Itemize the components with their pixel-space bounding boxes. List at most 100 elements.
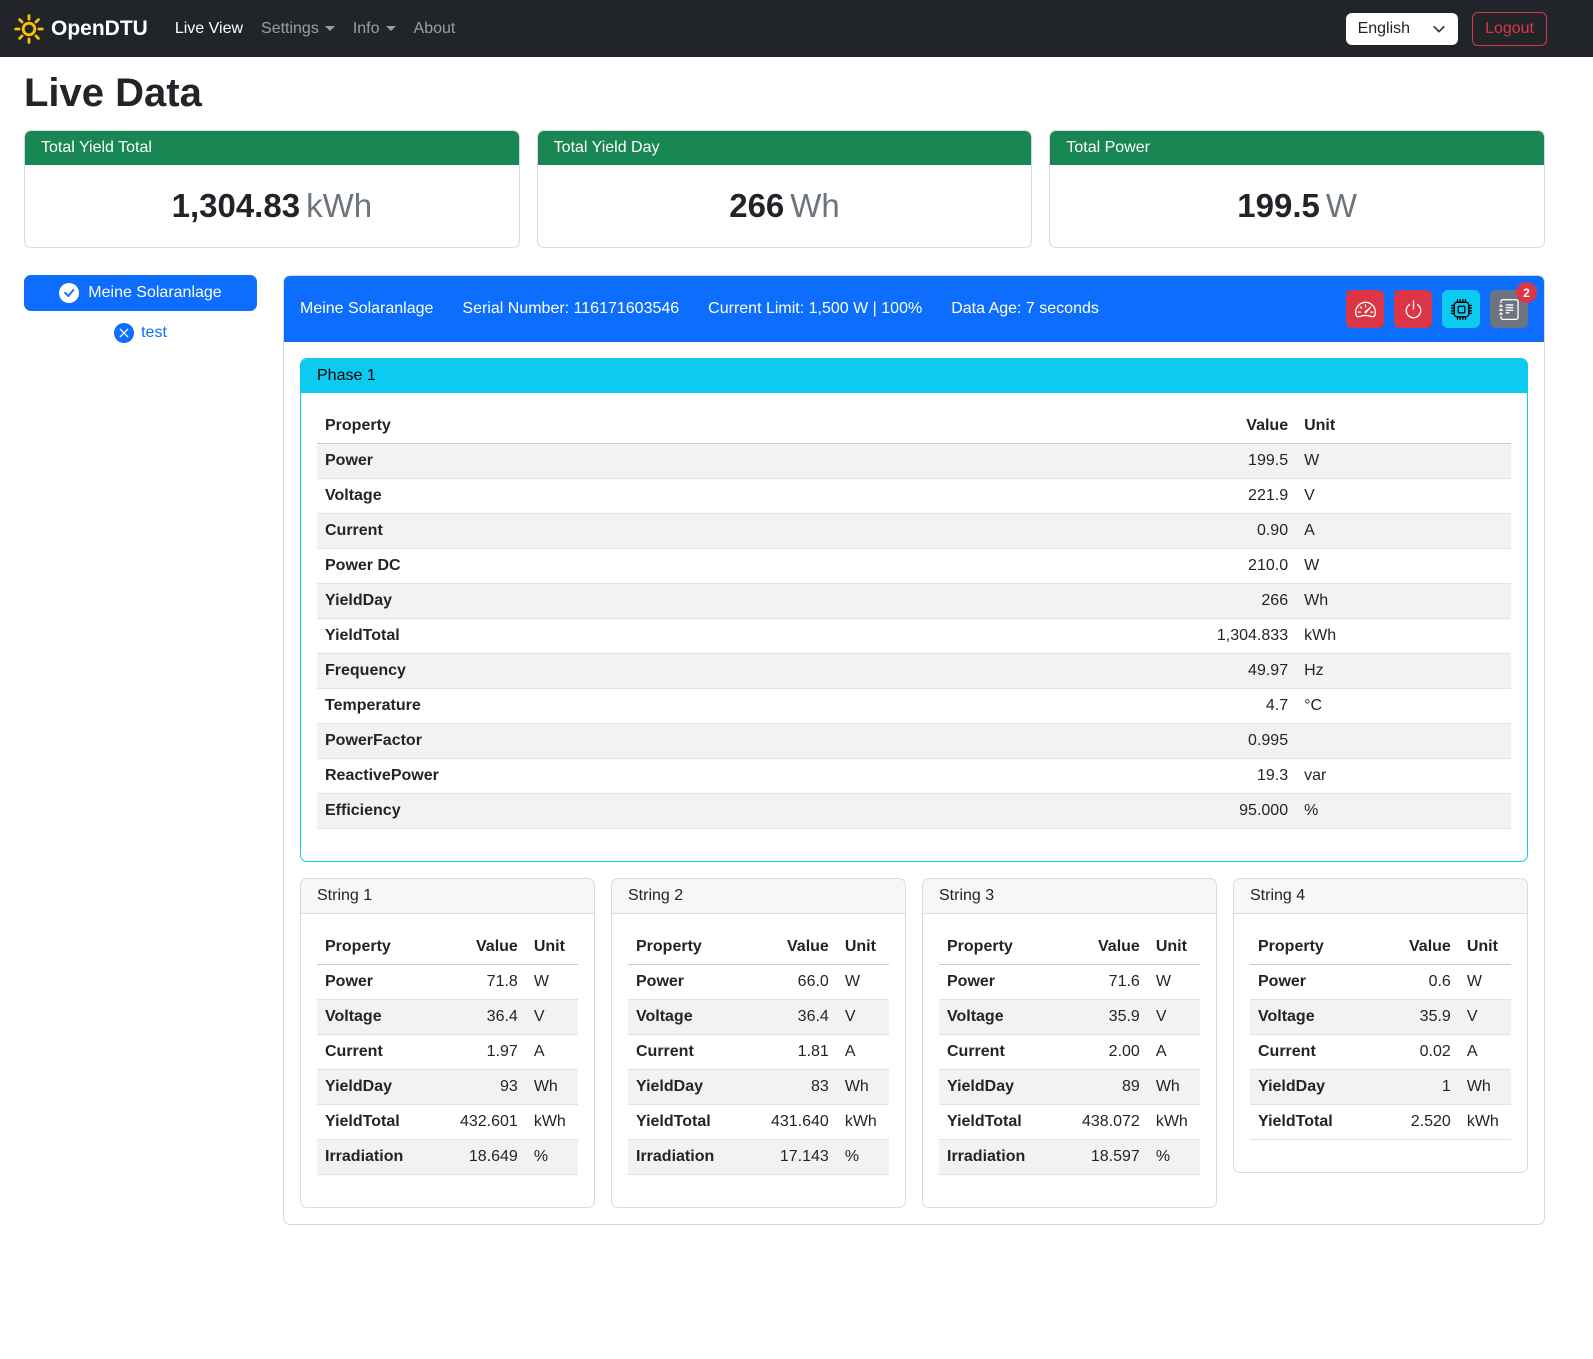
- unit-cell: Wh: [1148, 1070, 1200, 1105]
- table-row: Power71.8W: [317, 965, 578, 1000]
- string-1-table: Property Value Unit Power71.8WVoltage36.…: [317, 930, 578, 1175]
- property-cell: YieldDay: [317, 1070, 434, 1105]
- table-row: Current1.97A: [317, 1035, 578, 1070]
- limit-settings-button[interactable]: [1346, 290, 1384, 328]
- value-cell: 89: [1056, 1070, 1148, 1105]
- card-value: 266: [729, 187, 784, 224]
- column-property: Property: [317, 930, 434, 965]
- caret-down-icon: [325, 26, 335, 31]
- phase-table: Property Value Unit Power199.5WVoltage22…: [317, 409, 1511, 829]
- value-cell: 266: [914, 584, 1296, 619]
- unit-cell: Wh: [837, 1070, 889, 1105]
- property-cell: YieldDay: [939, 1070, 1056, 1105]
- property-cell: Current: [1250, 1035, 1378, 1070]
- inverter-name: Meine Solaranlage: [88, 284, 221, 302]
- column-unit: Unit: [1459, 930, 1511, 965]
- unit-cell: W: [1296, 444, 1511, 479]
- value-cell: 438.072: [1056, 1105, 1148, 1140]
- property-cell: Current: [317, 1035, 434, 1070]
- value-cell: 0.90: [914, 514, 1296, 549]
- string-2-table: Property Value Unit Power66.0WVoltage36.…: [628, 930, 889, 1175]
- device-info-button[interactable]: [1442, 290, 1480, 328]
- table-header-row: Property Value Unit: [939, 930, 1200, 965]
- unit-cell: W: [837, 965, 889, 1000]
- unit-cell: A: [837, 1035, 889, 1070]
- cpu-icon: [1451, 299, 1472, 320]
- column-property: Property: [1250, 930, 1378, 965]
- table-row: Current1.81A: [628, 1035, 889, 1070]
- string-1-card: String 1 Property Value Unit: [300, 878, 595, 1208]
- value-cell: 83: [745, 1070, 837, 1105]
- language-selected-label: English: [1358, 20, 1410, 38]
- unit-cell: Hz: [1296, 654, 1511, 689]
- event-log-button[interactable]: 2: [1490, 290, 1528, 328]
- table-row: Frequency49.97Hz: [317, 654, 1511, 689]
- unit-cell: W: [526, 965, 578, 1000]
- column-value: Value: [434, 930, 526, 965]
- inverter-select-button[interactable]: Meine Solaranlage: [24, 275, 257, 311]
- value-cell: 19.3: [914, 759, 1296, 794]
- card-title: Total Yield Day: [538, 131, 1032, 165]
- unit-cell: A: [1459, 1035, 1511, 1070]
- property-cell: Current: [939, 1035, 1056, 1070]
- value-cell: 2.520: [1378, 1105, 1459, 1140]
- table-header-row: Property Value Unit: [1250, 930, 1511, 965]
- unit-cell: V: [1459, 1000, 1511, 1035]
- property-cell: Voltage: [1250, 1000, 1378, 1035]
- logout-button[interactable]: Logout: [1472, 12, 1547, 46]
- string-title: String 3: [923, 879, 1216, 914]
- table-row: YieldTotal438.072kWh: [939, 1105, 1200, 1140]
- table-row: Power199.5W: [317, 444, 1511, 479]
- property-cell: YieldTotal: [939, 1105, 1056, 1140]
- card-title: Total Yield Total: [25, 131, 519, 165]
- property-cell: Power: [1250, 965, 1378, 1000]
- property-cell: Current: [628, 1035, 745, 1070]
- table-row: YieldDay93Wh: [317, 1070, 578, 1105]
- gauge-icon: [1355, 299, 1376, 320]
- value-cell: 210.0: [914, 549, 1296, 584]
- nav-live-view[interactable]: Live View: [166, 12, 252, 46]
- inverter-card: Meine Solaranlage Serial Number: 1161716…: [283, 275, 1545, 1225]
- value-cell: 0.995: [914, 724, 1296, 759]
- property-cell: Voltage: [628, 1000, 745, 1035]
- value-cell: 18.597: [1056, 1140, 1148, 1175]
- property-cell: PowerFactor: [317, 724, 914, 759]
- table-row: Voltage35.9V: [1250, 1000, 1511, 1035]
- property-cell: Efficiency: [317, 794, 914, 829]
- property-cell: Power: [317, 444, 914, 479]
- value-cell: 36.4: [434, 1000, 526, 1035]
- property-cell: Power: [628, 965, 745, 1000]
- nav-info[interactable]: Info: [344, 12, 405, 46]
- check-circle-icon: [59, 283, 79, 303]
- total-yield-total-card: Total Yield Total 1,304.83kWh: [24, 130, 520, 248]
- table-row: YieldDay83Wh: [628, 1070, 889, 1105]
- unit-cell: °C: [1296, 689, 1511, 724]
- unit-cell: V: [1148, 1000, 1200, 1035]
- column-value: Value: [914, 409, 1296, 444]
- brand-link[interactable]: OpenDTU: [14, 14, 148, 44]
- string-4-card: String 4 Property Value Unit: [1233, 878, 1528, 1173]
- unit-cell: Wh: [1296, 584, 1511, 619]
- nav-settings[interactable]: Settings: [252, 12, 344, 46]
- unit-cell: %: [1148, 1140, 1200, 1175]
- unit-cell: A: [1148, 1035, 1200, 1070]
- table-row: Power66.0W: [628, 965, 889, 1000]
- inverter-link-test[interactable]: test: [24, 323, 257, 343]
- card-title: Total Power: [1050, 131, 1544, 165]
- card-unit: W: [1326, 187, 1357, 224]
- phase-title: Phase 1: [301, 359, 1527, 393]
- table-row: Power DC210.0W: [317, 549, 1511, 584]
- nav-about[interactable]: About: [405, 12, 465, 46]
- language-select[interactable]: English: [1346, 13, 1458, 45]
- brand-label: OpenDTU: [51, 17, 148, 41]
- power-toggle-button[interactable]: [1394, 290, 1432, 328]
- value-cell: 1: [1378, 1070, 1459, 1105]
- inverter-serial: Serial Number: 116171603546: [462, 300, 679, 318]
- value-cell: 0.02: [1378, 1035, 1459, 1070]
- table-row: Power71.6W: [939, 965, 1200, 1000]
- value-cell: 1.81: [745, 1035, 837, 1070]
- value-cell: 49.97: [914, 654, 1296, 689]
- table-row: Power0.6W: [1250, 965, 1511, 1000]
- unit-cell: kWh: [837, 1105, 889, 1140]
- unit-cell: W: [1459, 965, 1511, 1000]
